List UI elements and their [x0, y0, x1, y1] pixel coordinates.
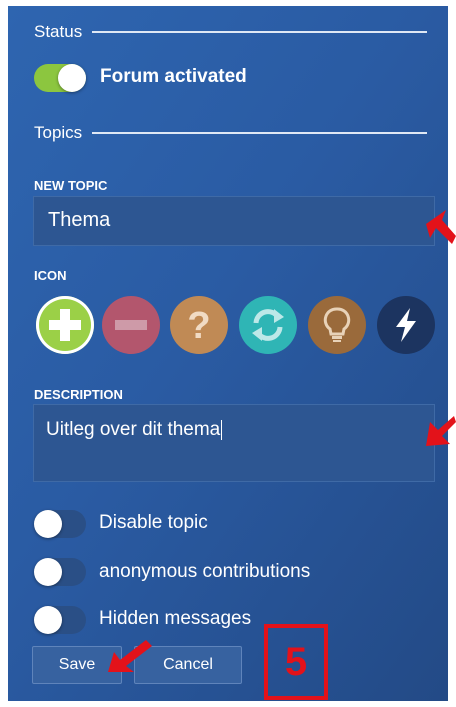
forum-activated-toggle[interactable]	[34, 64, 86, 92]
annotation-step-number: 5	[284, 639, 308, 684]
hidden-messages-label: Hidden messages	[99, 608, 252, 629]
anonymous-contributions-label: anonymous contributions	[99, 561, 311, 582]
forum-activated-label: Forum activated	[100, 66, 247, 87]
anonymous-contributions-toggle[interactable]	[34, 558, 86, 586]
annotation-arrow-description	[426, 416, 456, 446]
toggle-knob	[34, 510, 62, 538]
description-label: DESCRIPTION	[34, 387, 123, 402]
toggle-knob	[58, 64, 86, 92]
toggle-knob	[34, 606, 62, 634]
svg-text:?: ?	[187, 305, 210, 345]
icon-option-question[interactable]: ?	[170, 296, 228, 354]
icon-option-lightning[interactable]	[377, 296, 435, 354]
topics-heading-label: Topics	[34, 123, 83, 142]
icon-option-lightbulb[interactable]	[308, 296, 366, 354]
icon-option-minus[interactable]	[102, 296, 160, 354]
topics-divider	[92, 132, 428, 134]
disable-topic-toggle[interactable]	[34, 510, 86, 538]
annotation-arrow-save	[108, 640, 152, 672]
toggle-knob	[34, 558, 62, 586]
new-topic-input[interactable]: Thema	[33, 196, 435, 246]
icon-option-refresh[interactable]	[239, 296, 297, 354]
question-icon: ?	[187, 305, 210, 345]
plus-icon	[49, 309, 81, 341]
status-heading-label: Status	[34, 22, 83, 41]
topic-settings-panel: Status Forum activated Topics NEW TOPIC …	[8, 6, 448, 701]
text-cursor	[221, 419, 223, 440]
new-topic-label: NEW TOPIC	[34, 178, 108, 193]
icon-label: ICON	[34, 268, 67, 283]
lightning-icon	[396, 308, 416, 342]
icon-option-plus[interactable]	[36, 296, 94, 354]
refresh-icon	[252, 309, 284, 341]
new-topic-value: Thema	[48, 209, 111, 231]
minus-icon	[115, 320, 147, 330]
description-value: Uitleg over dit thema	[46, 419, 221, 440]
status-divider	[92, 31, 428, 33]
lightbulb-icon	[323, 307, 351, 342]
annotation-arrow-new-topic	[426, 210, 456, 244]
status-heading: Status	[34, 22, 428, 42]
topics-heading: Topics	[34, 123, 428, 143]
annotation-step-box: 5	[264, 624, 328, 700]
description-textarea[interactable]: Uitleg over dit thema	[33, 404, 435, 482]
hidden-messages-toggle[interactable]	[34, 606, 86, 634]
disable-topic-label: Disable topic	[99, 512, 208, 533]
